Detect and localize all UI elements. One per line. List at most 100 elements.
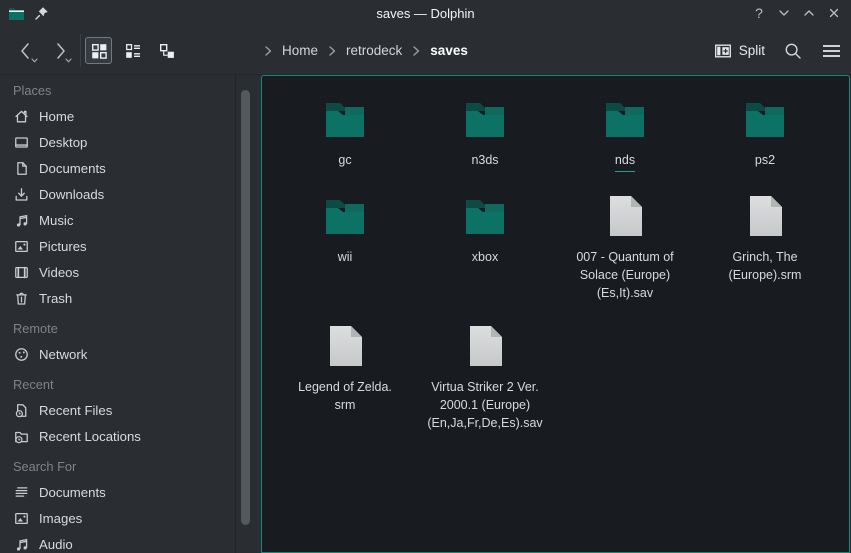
folder-item-nds[interactable]: nds (555, 95, 695, 192)
folder-item-wii[interactable]: wii (275, 192, 415, 322)
sidebar-item-pictures[interactable]: Pictures (0, 233, 256, 259)
chevron-down-icon (777, 6, 791, 20)
sidebar-item-documents[interactable]: Documents (0, 155, 256, 181)
file-icon (601, 192, 649, 240)
breadcrumb-retrodeck[interactable]: retrodeck (343, 41, 405, 60)
chevron-up-icon (802, 6, 816, 20)
breadcrumb-saves[interactable]: saves (427, 41, 471, 60)
file-grid: gc n3ds nds ps2 wii xbox 007 - Quantum o… (262, 76, 849, 452)
split-button-label: Split (739, 43, 765, 58)
folder-icon (321, 95, 369, 143)
section-header-remote: Remote (0, 315, 256, 341)
file-item-legend-of-zelda[interactable]: Legend of Zelda. srm (275, 322, 415, 452)
file-item-virtua-striker-2[interactable]: Virtua Striker 2 Ver. 2000.1 (Europe) (E… (415, 322, 555, 452)
icons-view-icon (90, 42, 108, 60)
item-label: Legend of Zelda. srm (298, 378, 392, 414)
close-button[interactable] (825, 4, 843, 22)
sidebar-item-search-images[interactable]: Images (0, 505, 256, 531)
pin-icon[interactable] (34, 6, 49, 21)
sidebar-item-label: Documents (39, 485, 106, 500)
item-label: ps2 (755, 151, 775, 169)
text-lines-icon (13, 484, 30, 501)
sidebar-item-trash[interactable]: Trash (0, 285, 256, 311)
panel-divider (235, 75, 236, 553)
sidebar-item-recent-files[interactable]: Recent Files (0, 397, 256, 423)
sidebar-item-label: Home (39, 109, 74, 124)
forward-dropdown-icon[interactable] (64, 57, 73, 64)
sidebar-item-label: Pictures (39, 239, 87, 254)
icons-view-button[interactable] (85, 37, 112, 64)
titlebar: saves — Dolphin ? (0, 0, 851, 26)
back-button[interactable] (12, 37, 39, 64)
folder-icon (321, 192, 369, 240)
folder-item-n3ds[interactable]: n3ds (415, 95, 555, 192)
item-label: Virtua Striker 2 Ver. 2000.1 (Europe) (E… (427, 378, 542, 432)
file-icon (321, 322, 369, 370)
sidebar-item-downloads[interactable]: Downloads (0, 181, 256, 207)
tree-view-icon (158, 42, 176, 60)
sidebar-item-recent-locations[interactable]: Recent Locations (0, 423, 256, 449)
sidebar-item-label: Recent Files (39, 403, 112, 418)
item-label: nds (615, 151, 635, 172)
sidebar-item-search-documents[interactable]: Documents (0, 479, 256, 505)
music-note-icon (13, 536, 30, 553)
back-dropdown-icon[interactable] (30, 57, 39, 64)
sidebar-item-home[interactable]: Home (0, 103, 256, 129)
menu-button[interactable] (821, 42, 842, 60)
item-label: gc (338, 151, 351, 169)
folder-icon (461, 95, 509, 143)
split-view-icon (714, 42, 732, 60)
toolbar-separator (80, 34, 81, 67)
section-header-recent: Recent (0, 371, 256, 397)
breadcrumb-chevron-icon (409, 44, 423, 58)
sidebar-item-videos[interactable]: Videos (0, 259, 256, 285)
compact-view-icon (124, 42, 142, 60)
recent-file-clock-icon (13, 402, 30, 419)
sidebar-item-music[interactable]: Music (0, 207, 256, 233)
file-icon (741, 192, 789, 240)
help-button[interactable]: ? (750, 4, 768, 22)
question-mark-icon: ? (755, 5, 763, 21)
image-icon (13, 238, 30, 255)
hamburger-icon (821, 42, 842, 60)
magnifier-icon (783, 41, 803, 61)
item-label: n3ds (471, 151, 498, 169)
item-label: Grinch, The (Europe).srm (729, 248, 802, 284)
search-button[interactable] (783, 41, 803, 61)
sidebar-item-label: Music (39, 213, 73, 228)
folder-icon (741, 95, 789, 143)
folder-icon (601, 95, 649, 143)
tree-view-button[interactable] (153, 37, 180, 64)
network-globe-icon (13, 346, 30, 363)
compact-view-button[interactable] (119, 37, 146, 64)
forward-button[interactable] (46, 37, 73, 64)
breadcrumb-home[interactable]: Home (279, 41, 321, 60)
sidebar-item-network[interactable]: Network (0, 341, 256, 367)
maximize-button[interactable] (800, 4, 818, 22)
sidebar-scrollbar[interactable] (241, 90, 250, 525)
sidebar-item-label: Images (39, 511, 82, 526)
folder-icon (461, 192, 509, 240)
file-item-007-quantum-of-solace[interactable]: 007 - Quantum of Solace (Europe) (Es,It)… (555, 192, 695, 322)
close-x-icon (827, 6, 841, 20)
folder-item-ps2[interactable]: ps2 (695, 95, 835, 192)
sidebar-item-label: Recent Locations (39, 429, 141, 444)
folder-item-gc[interactable]: gc (275, 95, 415, 192)
film-icon (13, 264, 30, 281)
sidebar-item-label: Documents (39, 161, 106, 176)
file-icon (461, 322, 509, 370)
folder-view[interactable]: gc n3ds nds ps2 wii xbox 007 - Quantum o… (261, 75, 850, 553)
sidebar-item-desktop[interactable]: Desktop (0, 129, 256, 155)
section-header-search-for: Search For (0, 453, 256, 479)
folder-item-xbox[interactable]: xbox (415, 192, 555, 322)
document-icon (13, 160, 30, 177)
split-button[interactable]: Split (714, 42, 765, 60)
item-label: xbox (472, 248, 498, 266)
desktop-icon (13, 134, 30, 151)
minimize-button[interactable] (775, 4, 793, 22)
sidebar-item-label: Downloads (39, 187, 104, 202)
file-item-grinch-the[interactable]: Grinch, The (Europe).srm (695, 192, 835, 322)
item-label: wii (338, 248, 353, 266)
sidebar-item-search-audio[interactable]: Audio (0, 531, 256, 553)
sidebar-item-label: Videos (39, 265, 79, 280)
